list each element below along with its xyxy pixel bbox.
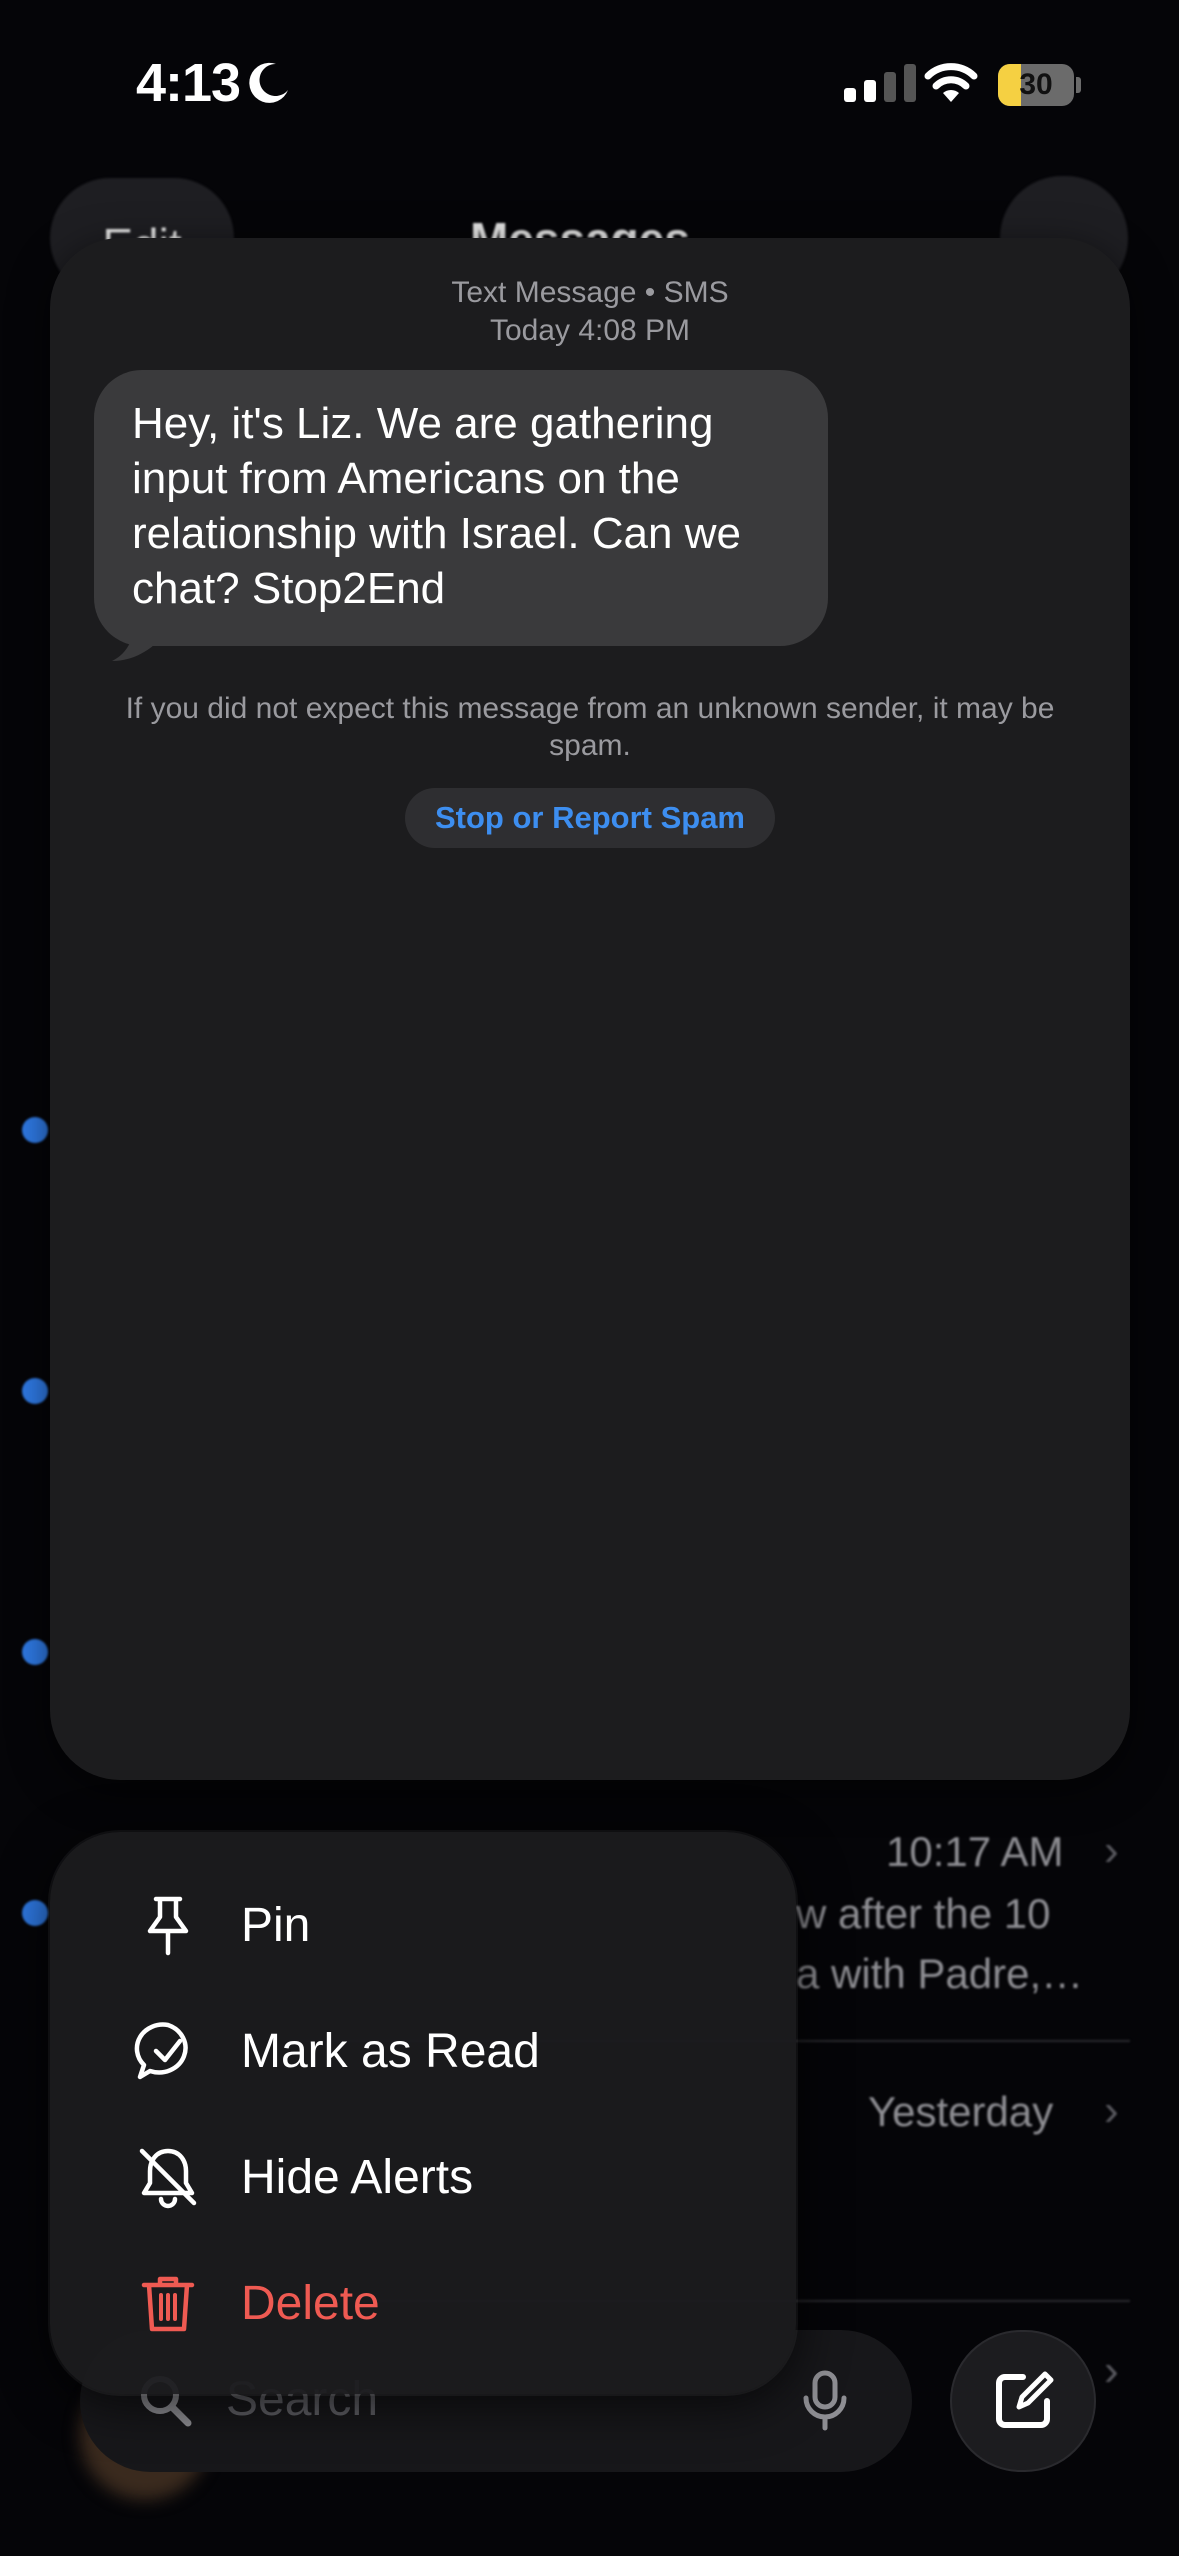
context-menu: Pin Mark as Read Hide Alerts Delete [50, 1832, 796, 2394]
conversation-time: 10:17 AM [886, 1828, 1064, 1875]
unread-dot [22, 1900, 48, 1926]
unread-dot [22, 1639, 48, 1665]
unread-dot [22, 1378, 48, 1404]
chevron-right-icon: › [1104, 2086, 1119, 2135]
compose-icon [996, 2371, 1054, 2428]
menu-item-delete[interactable]: Delete [50, 2240, 796, 2366]
message-preview-card: Text Message • SMS Today 4:08 PM Hey, it… [50, 238, 1130, 1780]
message-header: Text Message • SMS Today 4:08 PM [50, 274, 1130, 350]
message-bubble: Hey, it's Liz. We are gathering input fr… [94, 370, 828, 646]
unread-dot [22, 1117, 48, 1143]
menu-item-pin[interactable]: Pin [50, 1862, 796, 1988]
conversation-preview: w after the 10 [796, 1890, 1051, 1937]
chat-check-icon [134, 2022, 188, 2080]
menu-item-label: Hide Alerts [241, 2150, 474, 2204]
menu-item-label: Delete [241, 2276, 380, 2330]
trash-icon [141, 2276, 195, 2332]
conversation-time: Yesterday [868, 2088, 1054, 2135]
microphone-icon[interactable] [800, 2370, 850, 2432]
menu-item-hide-alerts[interactable]: Hide Alerts [50, 2114, 796, 2240]
conversation-preview: a with Padre,… [796, 1950, 1084, 1997]
bell-slash-icon [139, 2148, 197, 2209]
compose-button[interactable] [950, 2330, 1096, 2472]
menu-item-mark-as-read[interactable]: Mark as Read [50, 1988, 796, 2114]
pin-icon [147, 1896, 189, 1956]
chevron-right-icon: › [1104, 1826, 1119, 1875]
menu-item-label: Pin [241, 1898, 311, 1952]
menu-item-label: Mark as Read [241, 2024, 540, 2078]
message-service: Text Message • SMS [451, 276, 729, 309]
message-timestamp: Today 4:08 PM [489, 314, 691, 347]
chevron-right-icon: › [1104, 2346, 1119, 2395]
spam-notice: If you did not expect this message from … [125, 692, 1055, 762]
report-spam-button[interactable]: Stop or Report Spam [405, 788, 775, 848]
